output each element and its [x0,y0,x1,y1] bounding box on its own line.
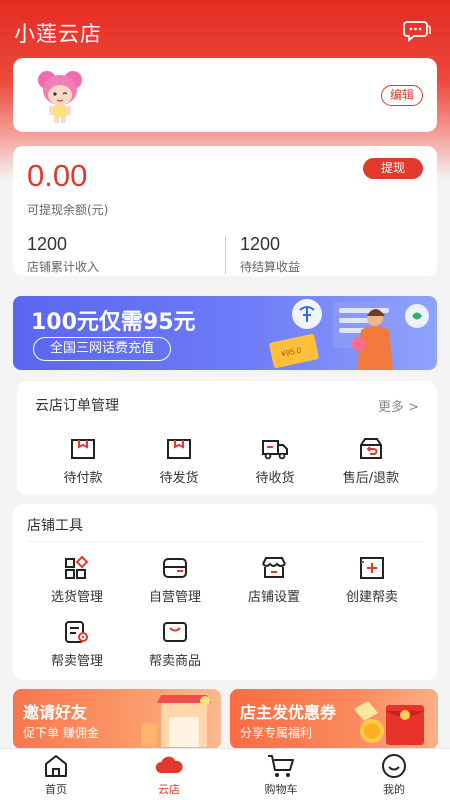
total-income-stat[interactable]: 1200 店铺累计收入 [27,234,99,275]
tool-resell-goods[interactable]: 帮卖商品 [130,620,220,669]
tool-create-resell-label: 创建帮卖 [345,590,398,605]
order-refund[interactable]: 售后/退款 [326,437,416,486]
avatar[interactable] [35,66,85,124]
tab-cart[interactable]: 购物车 [241,753,321,797]
tool-resell-management-label: 帮卖管理 [50,654,103,669]
store-tools-card: 店铺工具 选货管理 自营管理 店铺设置 创建帮卖 帮卖管理 帮卖商品 [13,504,437,680]
cartoon-avatar-icon [38,71,82,123]
tool-resell-management[interactable]: 帮卖管理 [32,620,122,669]
tab-cloud-store-label: 云店 [158,783,180,796]
pending-shipment-icon [167,439,191,459]
total-income-label: 店铺累计收入 [27,260,100,274]
tab-home-label: 首页 [45,783,67,796]
resell-management-icon [65,621,88,643]
withdrawable-balance-label: 可提现余额(元) [27,203,109,217]
total-income-value: 1200 [27,234,68,254]
withdrawable-balance: 0.00 [27,158,88,193]
balance-card: 0.00 可提现余额(元) 提现 1200 店铺累计收入 1200 待结算收益 [13,146,437,276]
invite-friends-banner[interactable]: 邀请好友 促下单 赚佣金 [13,689,221,749]
create-resell-icon [360,557,384,579]
tab-cloud-store[interactable]: 云店 [129,753,209,797]
bottom-tab-bar: 首页 云店 购物车 我的 [0,748,450,800]
banner-subtitle: 全国三网话费充值 [33,337,172,361]
red-envelope-illustration-icon [354,701,424,745]
app-title: 小莲云店 [14,22,102,46]
pending-settlement-stat[interactable]: 1200 待结算收益 [240,234,300,275]
order-pending-payment-label: 待付款 [63,471,103,486]
tool-self-operated[interactable]: 自营管理 [130,556,220,605]
coupon-banner-title: 店主发优惠券 [240,703,337,722]
storefront-illustration-icon [141,695,211,747]
top-bar: 小莲云店 [0,0,450,60]
message-button[interactable] [402,18,432,44]
edit-button[interactable]: 编辑 [381,85,423,106]
invite-friends-subtitle: 促下单 赚佣金 [23,726,99,740]
tool-product-selection-label: 选货管理 [50,590,103,605]
tool-self-operated-label: 自营管理 [148,590,201,605]
store-settings-icon [262,557,286,578]
tab-profile-label: 我的 [383,783,405,796]
order-pending-receipt-label: 待收货 [255,471,295,486]
tab-profile[interactable]: 我的 [354,753,434,797]
pending-payment-icon [71,439,95,459]
profile-icon [382,754,406,778]
cart-icon [268,755,294,777]
home-icon [45,755,67,777]
order-management-title: 云店订单管理 [35,398,119,414]
product-selection-icon [65,556,89,579]
banner-headline: 100元仅需95元 [31,310,196,335]
message-icon [403,21,431,42]
tools-divider [27,541,423,542]
store-tools-title: 店铺工具 [27,518,83,534]
recharge-illustration-icon: ¥95.0 [269,299,429,370]
tool-store-settings[interactable]: 店铺设置 [229,556,319,605]
profile-card: 编辑 [13,58,437,132]
invite-friends-title: 邀请好友 [23,703,88,722]
pending-settlement-label: 待结算收益 [240,260,301,274]
phone-recharge-banner[interactable]: 100元仅需95元 全国三网话费充值 ¥95.0 [13,296,437,370]
tool-store-settings-label: 店铺设置 [247,590,300,605]
tab-home[interactable]: 首页 [16,753,96,797]
tool-resell-goods-label: 帮卖商品 [148,654,201,669]
tool-create-resell[interactable]: 创建帮卖 [327,556,417,605]
cloud-store-icon [155,756,183,773]
order-refund-label: 售后/退款 [342,471,400,486]
more-orders-link[interactable]: 更多 > [378,396,419,415]
order-pending-shipment-label: 待发货 [159,471,199,486]
coupon-banner-subtitle: 分享专属福利 [240,726,313,740]
withdraw-button[interactable]: 提现 [363,158,423,179]
coupon-banner[interactable]: 店主发优惠券 分享专属福利 [230,689,438,749]
refund-icon [360,438,382,459]
tab-cart-label: 购物车 [264,783,298,796]
order-pending-receipt[interactable]: 待收货 [230,437,320,486]
stat-divider [225,236,226,274]
pending-receipt-icon [262,440,288,460]
resell-goods-icon [163,622,187,642]
order-management-card: 云店订单管理 更多 > 待付款 待发货 待收货 售后/退款 [17,381,437,495]
order-pending-shipment[interactable]: 待发货 [134,437,224,486]
self-operated-icon [163,558,187,578]
pending-settlement-value: 1200 [240,234,281,254]
order-pending-payment[interactable]: 待付款 [38,437,128,486]
tool-product-selection[interactable]: 选货管理 [32,556,122,605]
